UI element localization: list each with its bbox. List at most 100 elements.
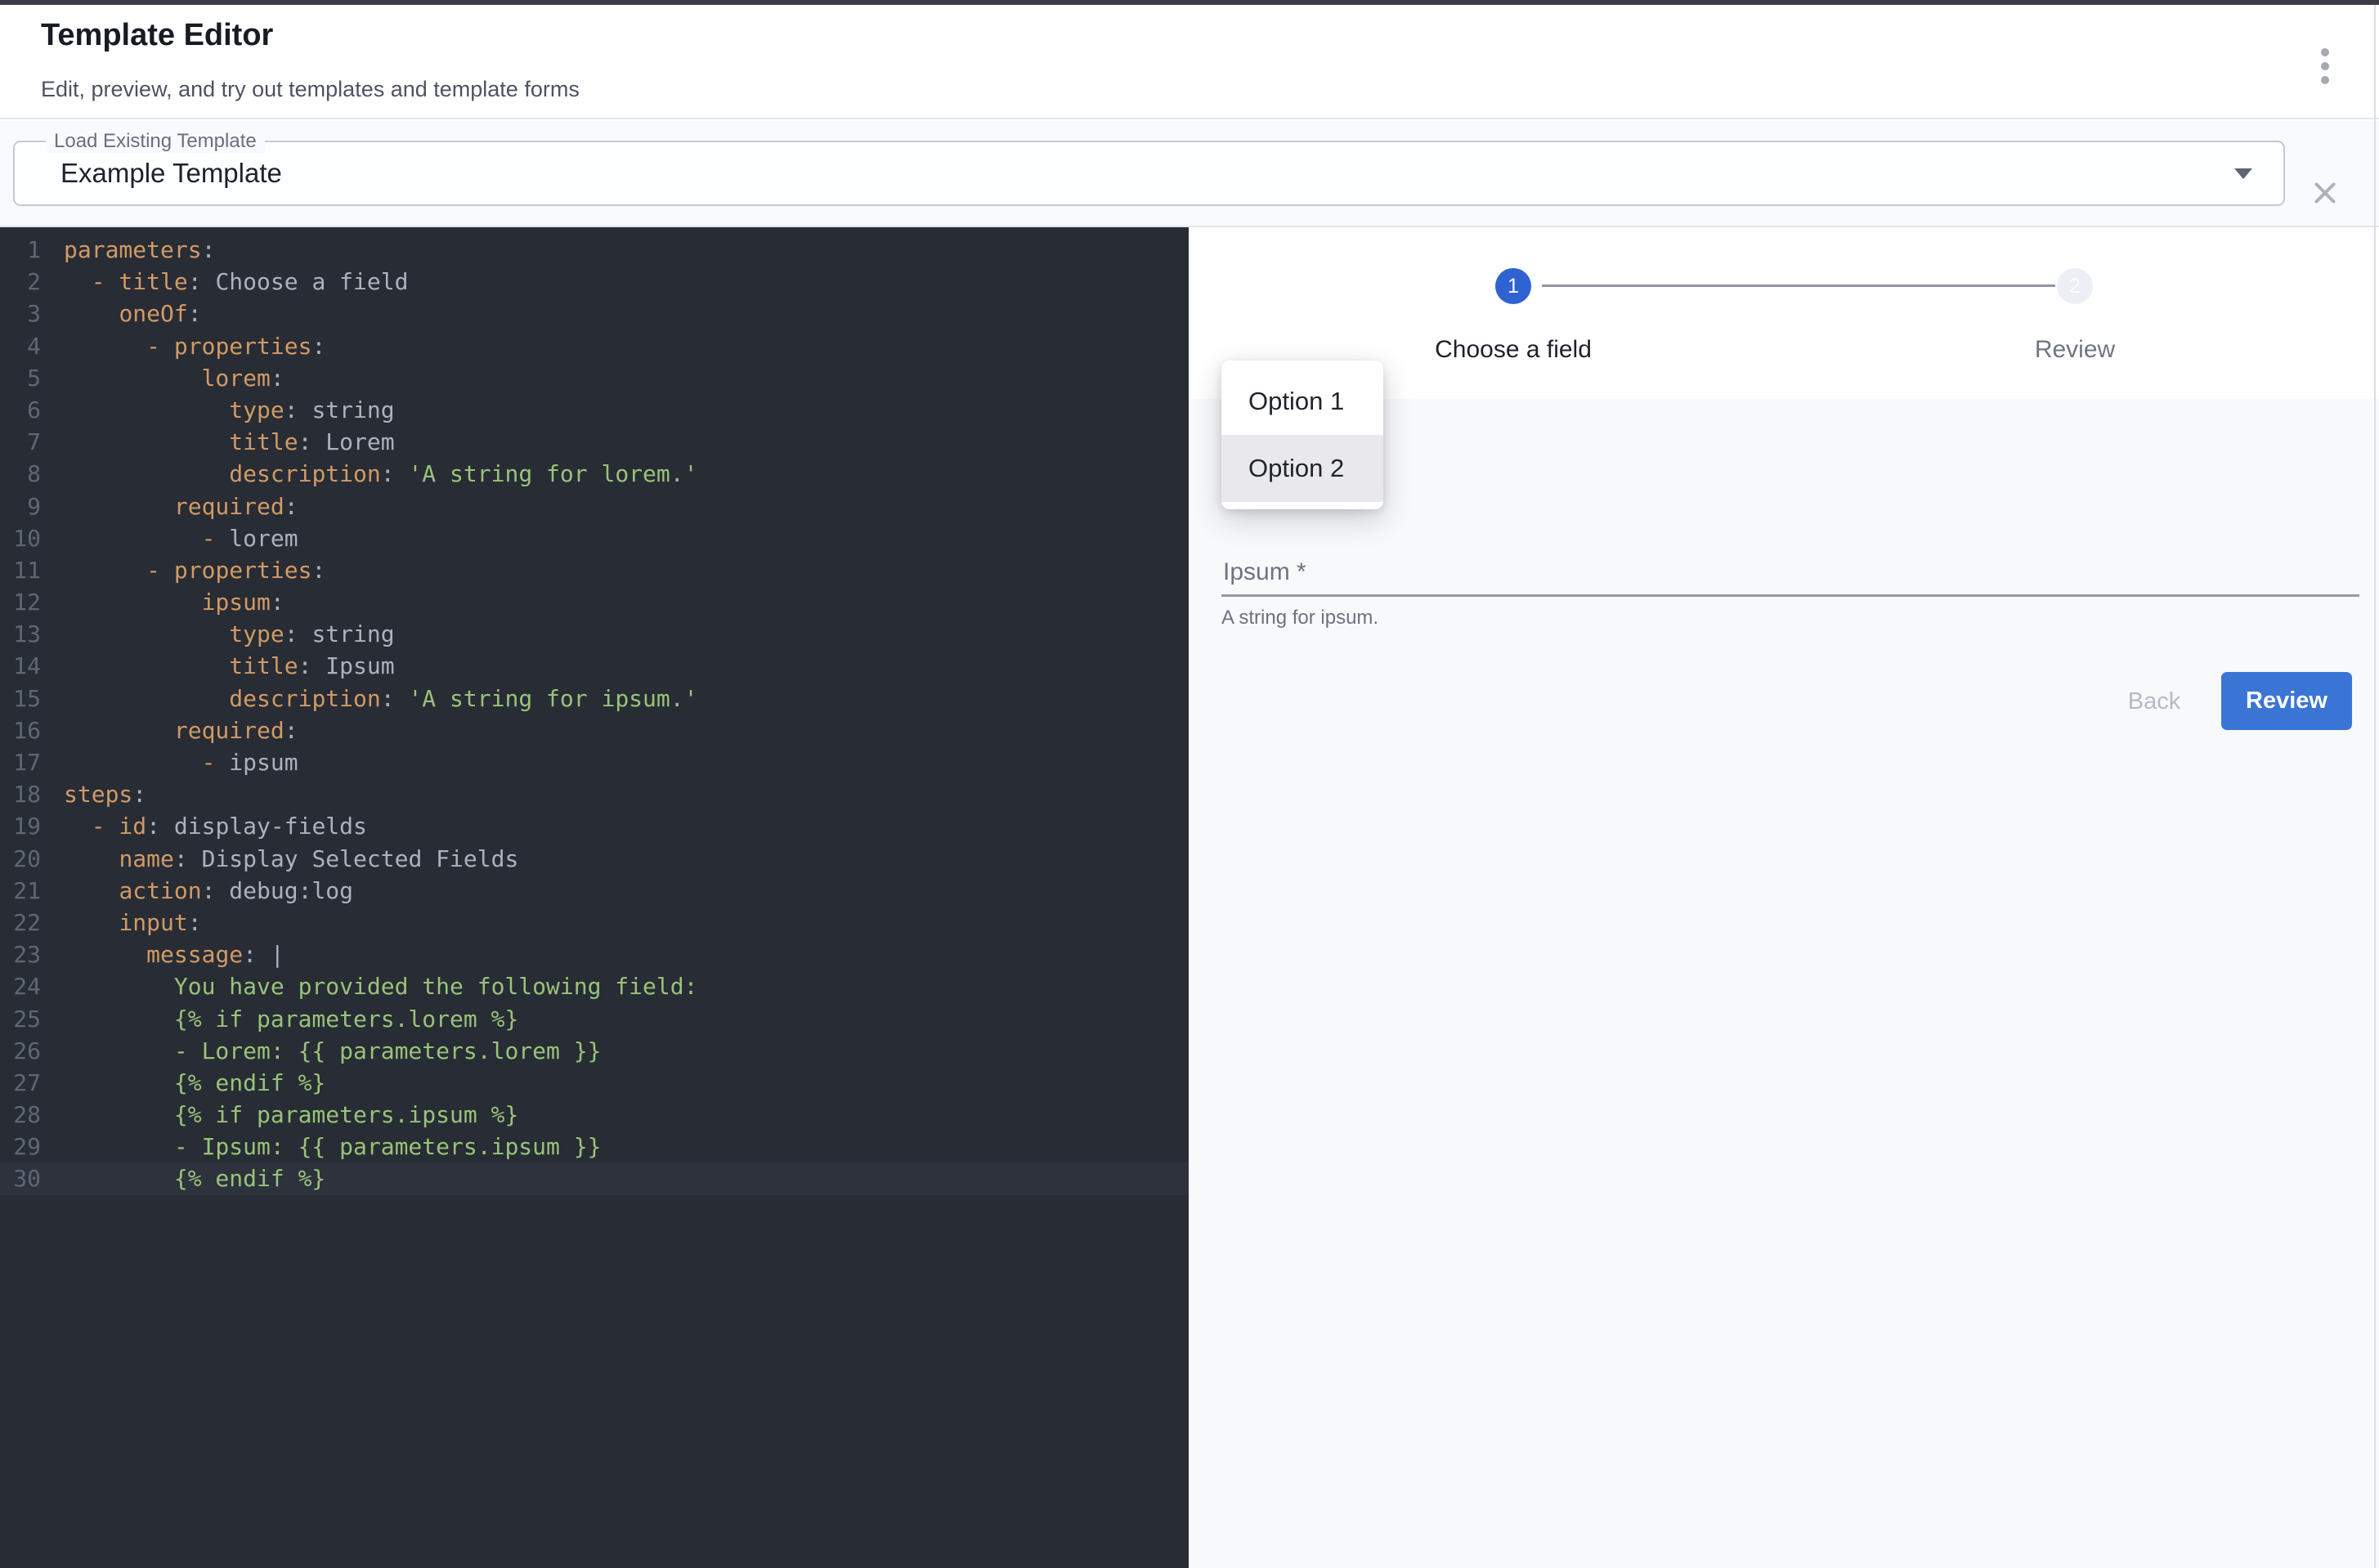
code-text: {% endif %} — [64, 1067, 325, 1099]
line-number: 4 — [0, 330, 41, 362]
more-options-button[interactable] — [2304, 38, 2346, 95]
code-text: - Lorem: {{ parameters.lorem }} — [64, 1035, 601, 1067]
code-line[interactable]: 11 - properties: — [0, 554, 1189, 586]
code-line[interactable]: 22 input: — [0, 907, 1189, 939]
window-right-edge — [2374, 5, 2376, 1568]
code-text: - ipsum — [64, 746, 298, 778]
code-text: parameters: — [64, 234, 215, 266]
code-line[interactable]: 12 ipsum: — [0, 586, 1189, 618]
caret-down-icon — [2234, 168, 2252, 179]
code-line[interactable]: 29 - Ipsum: {{ parameters.ipsum }} — [0, 1131, 1189, 1163]
line-number: 7 — [0, 426, 41, 458]
code-text: - lorem — [64, 522, 298, 554]
line-number: 26 — [0, 1035, 41, 1067]
line-number: 21 — [0, 875, 41, 907]
code-line[interactable]: 24 You have provided the following field… — [0, 970, 1189, 1002]
code-line[interactable]: 25 {% if parameters.lorem %} — [0, 1003, 1189, 1035]
step-number: 1 — [1508, 275, 1519, 298]
ipsum-input[interactable]: Ipsum * — [1221, 548, 2359, 595]
code-line[interactable]: 21 action: debug:log — [0, 875, 1189, 907]
page-subtitle: Edit, preview, and try out templates and… — [41, 77, 580, 102]
code-text: required: — [64, 715, 298, 746]
template-loader-section: Load Existing Template Example Template — [0, 121, 2379, 227]
line-number: 2 — [0, 266, 41, 298]
code-line[interactable]: 9 required: — [0, 491, 1189, 522]
code-line[interactable]: 27 {% endif %} — [0, 1067, 1189, 1099]
line-number: 1 — [0, 234, 41, 266]
line-number: 12 — [0, 586, 41, 618]
code-line[interactable]: 6 type: string — [0, 394, 1189, 426]
code-line[interactable]: 8 description: 'A string for lorem.' — [0, 458, 1189, 490]
code-line[interactable]: 10 - lorem — [0, 522, 1189, 554]
code-text: {% endif %} — [64, 1163, 325, 1194]
code-text: - id: display-fields — [64, 810, 367, 842]
line-number: 8 — [0, 458, 41, 490]
line-number: 30 — [0, 1163, 41, 1194]
menu-option[interactable]: Option 1 — [1221, 368, 1383, 435]
step-number: 2 — [2069, 275, 2081, 298]
code-line[interactable]: 20 name: Display Selected Fields — [0, 843, 1189, 875]
code-text: input: — [64, 907, 202, 939]
stepper-step-2-label: Review — [2035, 336, 2115, 364]
code-line[interactable]: 1 parameters: — [0, 234, 1189, 266]
load-template-select[interactable]: Load Existing Template Example Template — [13, 141, 2285, 206]
code-line[interactable]: 4 - properties: — [0, 330, 1189, 362]
back-button[interactable]: Back — [2113, 678, 2195, 725]
close-icon — [2308, 176, 2342, 210]
page-header: Template Editor Edit, preview, and try o… — [0, 5, 2379, 119]
code-line[interactable]: 5 lorem: — [0, 362, 1189, 394]
line-number: 18 — [0, 778, 41, 810]
code-text: title: Lorem — [64, 426, 395, 458]
ipsum-helper-text: A string for ipsum. — [1221, 607, 1378, 629]
code-text: description: 'A string for lorem.' — [64, 458, 697, 490]
code-text: name: Display Selected Fields — [64, 843, 518, 875]
code-text: required: — [64, 491, 298, 522]
line-number: 22 — [0, 907, 41, 939]
load-template-select-value: Example Template — [60, 142, 282, 204]
line-number: 9 — [0, 491, 41, 522]
code-line[interactable]: 2 - title: Choose a field — [0, 266, 1189, 298]
code-lines: 1parameters:2 - title: Choose a field3 o… — [0, 234, 1189, 1195]
code-text: steps: — [64, 778, 146, 810]
code-line[interactable]: 13 type: string — [0, 618, 1189, 650]
stepper-step-1-label: Choose a field — [1435, 336, 1592, 364]
code-line[interactable]: 28 {% if parameters.ipsum %} — [0, 1099, 1189, 1131]
line-number: 10 — [0, 522, 41, 554]
line-number: 16 — [0, 715, 41, 746]
code-line[interactable]: 19 - id: display-fields — [0, 810, 1189, 842]
code-line[interactable]: 14 title: Ipsum — [0, 650, 1189, 682]
stepper-step-1-icon: 1 — [1495, 268, 1531, 304]
line-number: 19 — [0, 810, 41, 842]
line-number: 23 — [0, 939, 41, 970]
code-text: message: | — [64, 939, 284, 970]
code-text: ipsum: — [64, 586, 284, 618]
code-line[interactable]: 3 oneOf: — [0, 298, 1189, 329]
code-line[interactable]: 18 steps: — [0, 778, 1189, 810]
yaml-code-editor[interactable]: 1parameters:2 - title: Choose a field3 o… — [0, 227, 1189, 1568]
code-line[interactable]: 7 title: Lorem — [0, 426, 1189, 458]
code-line[interactable]: 26 - Lorem: {{ parameters.lorem }} — [0, 1035, 1189, 1067]
code-text: - title: Choose a field — [64, 266, 408, 298]
code-text: lorem: — [64, 362, 284, 394]
code-line[interactable]: 15 description: 'A string for ipsum.' — [0, 683, 1189, 715]
kebab-menu-icon — [2321, 62, 2329, 70]
menu-option[interactable]: Option 2 — [1221, 435, 1383, 502]
code-line[interactable]: 30 {% endif %} — [0, 1163, 1189, 1194]
code-line[interactable]: 17 - ipsum — [0, 746, 1189, 778]
stepper-step-2-icon: 2 — [2057, 268, 2093, 304]
kebab-menu-icon — [2321, 76, 2329, 84]
line-number: 13 — [0, 618, 41, 650]
page-title: Template Editor — [41, 18, 273, 53]
ipsum-input-underline — [1221, 594, 2359, 597]
code-text: {% if parameters.ipsum %} — [64, 1099, 518, 1131]
code-line[interactable]: 23 message: | — [0, 939, 1189, 970]
code-text: type: string — [64, 394, 395, 426]
clear-template-button[interactable] — [2304, 172, 2346, 214]
line-number: 29 — [0, 1131, 41, 1163]
line-number: 17 — [0, 746, 41, 778]
review-button[interactable]: Review — [2221, 672, 2352, 730]
template-editor-page: Template Editor Edit, preview, and try o… — [0, 0, 2379, 1568]
code-line[interactable]: 16 required: — [0, 715, 1189, 746]
stepper-connector — [1542, 284, 2055, 287]
line-number: 28 — [0, 1099, 41, 1131]
